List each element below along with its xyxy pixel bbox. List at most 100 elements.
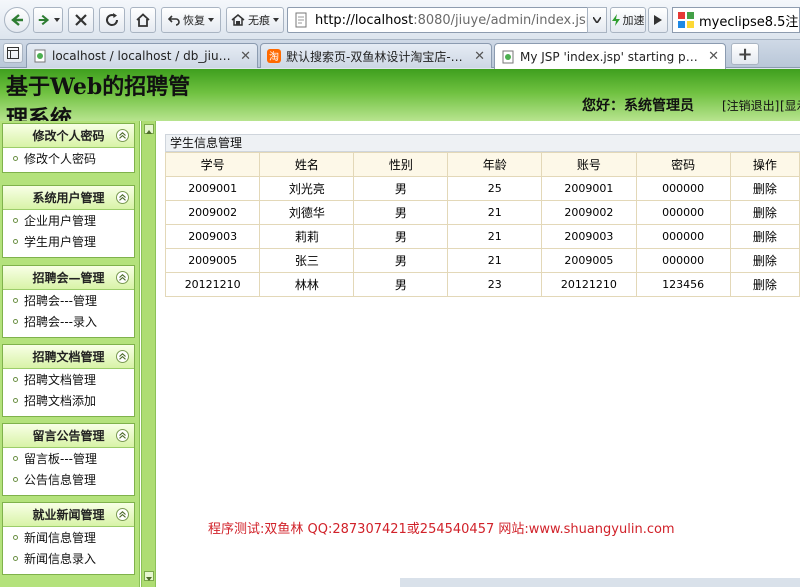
collapse-icon[interactable] <box>116 350 129 363</box>
sidebar-scrollbar[interactable] <box>141 121 156 587</box>
back-button[interactable] <box>4 7 30 33</box>
sidebar-item-student-users[interactable]: 学生用户管理 <box>3 231 134 252</box>
sidebar-group-header[interactable]: 招聘会—管理 <box>3 266 134 290</box>
taobao-icon: 淘 <box>267 49 281 63</box>
sidebar-group-header[interactable]: 就业新闻管理 <box>3 503 134 527</box>
collapse-icon[interactable] <box>116 191 129 204</box>
table-cell: 21 <box>447 200 543 225</box>
delete-link[interactable]: 删除 <box>729 272 800 297</box>
forward-button[interactable] <box>33 7 63 33</box>
sidebar-group-title: 招聘文档管理 <box>32 350 105 364</box>
column-header: 密码 <box>635 152 731 177</box>
sidebar-item-notices[interactable]: 公告信息管理 <box>3 469 134 490</box>
greeting-text: 您好：系统管理员 <box>582 98 694 114</box>
tab-taobao[interactable]: 淘 默认搜索页-双鱼林设计淘宝店-淘宝网 ✕ <box>260 43 492 68</box>
table-cell: 20121210 <box>541 272 637 297</box>
sidebar-item-job-fair-manage[interactable]: 招聘会---管理 <box>3 290 134 311</box>
bullet-icon <box>13 456 18 461</box>
sidebar-group-header[interactable]: 留言公告管理 <box>3 424 134 448</box>
address-bar[interactable]: http://localhost:8080/jiuye/admin/index.… <box>287 7 607 33</box>
sidebar-item-label: 招聘会---录入 <box>24 315 97 329</box>
address-dropdown-button[interactable] <box>587 7 607 33</box>
page-header: 基于Web的招聘管理系统 您好：系统管理员 [注销退出] [显示 <box>0 69 800 121</box>
tab-list-button[interactable] <box>3 43 23 63</box>
accelerate-button[interactable]: 加速 <box>610 7 646 33</box>
table-cell: 21 <box>447 224 543 249</box>
main-content: 学生信息管理 学号 姓名 性别 年龄 账号 密码 操作 2009001 刘光亮 … <box>163 132 800 587</box>
collapse-icon[interactable] <box>116 508 129 521</box>
close-icon[interactable]: ✕ <box>474 49 485 64</box>
sidebar-item-documents-add[interactable]: 招聘文档添加 <box>3 390 134 411</box>
sidebar-item-label: 招聘会---管理 <box>24 294 97 308</box>
tab-index-jsp[interactable]: My JSP 'index.jsp' starting page ✕ <box>494 43 726 69</box>
table-cell: 男 <box>353 176 449 201</box>
traceless-button[interactable]: 无痕 <box>226 7 284 33</box>
sidebar-item-label: 新闻信息录入 <box>24 552 97 566</box>
stop-button[interactable] <box>68 7 94 33</box>
bullet-icon <box>13 298 18 303</box>
chevron-down-icon <box>208 18 214 22</box>
sidebar-item-documents-manage[interactable]: 招聘文档管理 <box>3 369 134 390</box>
back-arrow-icon <box>11 14 23 26</box>
scroll-down-icon[interactable] <box>144 571 154 581</box>
table-cell: 刘德华 <box>259 200 355 225</box>
delete-link[interactable]: 删除 <box>729 224 800 249</box>
collapse-icon[interactable] <box>116 429 129 442</box>
new-tab-button[interactable]: + <box>731 43 759 65</box>
bullet-icon <box>13 398 18 403</box>
restore-button[interactable]: 恢复 <box>161 7 221 33</box>
footer-note: 程序测试:双鱼林 QQ:287307421或254540457 网站:www.s… <box>208 522 675 537</box>
chevron-down-icon <box>53 18 60 22</box>
sidebar-group-header[interactable]: 招聘文档管理 <box>3 345 134 369</box>
table-cell: 21 <box>447 248 543 273</box>
sidebar-item-job-fair-add[interactable]: 招聘会---录入 <box>3 311 134 332</box>
table-cell: 000000 <box>635 248 731 273</box>
close-icon[interactable]: ✕ <box>240 49 251 64</box>
logout-link[interactable]: [注销退出] <box>722 97 779 114</box>
delete-link[interactable]: 删除 <box>729 248 800 273</box>
address-path: :8080/jiuye/admin/index.jsp <box>413 12 595 28</box>
show-link[interactable]: [显示 <box>780 97 800 114</box>
table-cell: 男 <box>353 200 449 225</box>
table-row: 2009001 刘光亮 男 25 2009001 000000 删除 <box>164 176 800 201</box>
sidebar-item-news-add[interactable]: 新闻信息录入 <box>3 548 134 569</box>
refresh-button[interactable] <box>99 7 125 33</box>
sidebar-item-message-board[interactable]: 留言板---管理 <box>3 448 134 469</box>
bullet-icon <box>13 556 18 561</box>
chevron-down-icon <box>593 17 601 23</box>
forward-arrow-icon <box>38 14 49 26</box>
search-text: myeclipse8.5注册 <box>699 14 799 30</box>
sidebar-group-header[interactable]: 系统用户管理 <box>3 186 134 210</box>
sidebar-item-news-manage[interactable]: 新闻信息管理 <box>3 527 134 548</box>
sidebar-item-change-password[interactable]: 修改个人密码 <box>3 148 134 169</box>
tab-bar: localhost / localhost / db_jiuye / t_...… <box>0 40 800 69</box>
go-button[interactable] <box>648 7 668 33</box>
chevron-down-icon <box>273 18 279 22</box>
tab-label: 默认搜索页-双鱼林设计淘宝店-淘宝网 <box>286 49 469 64</box>
plus-icon: + <box>737 43 753 65</box>
restore-label: 恢复 <box>183 14 205 27</box>
sidebar-group-header[interactable]: 修改个人密码 <box>3 124 134 148</box>
close-icon[interactable]: ✕ <box>708 49 719 64</box>
collapse-icon[interactable] <box>116 129 129 142</box>
column-header: 年龄 <box>447 152 543 177</box>
sidebar-item-company-users[interactable]: 企业用户管理 <box>3 210 134 231</box>
delete-link[interactable]: 删除 <box>729 200 800 225</box>
delete-link[interactable]: 删除 <box>729 176 800 201</box>
column-header: 账号 <box>541 152 637 177</box>
tab-phpmyadmin[interactable]: localhost / localhost / db_jiuye / t_...… <box>26 43 258 68</box>
collapse-icon[interactable] <box>116 271 129 284</box>
sidebar-item-label: 学生用户管理 <box>24 235 97 249</box>
table-cell: 123456 <box>635 272 731 297</box>
home-button[interactable] <box>130 7 156 33</box>
table-cell: 2009003 <box>164 224 261 249</box>
sidebar-item-label: 招聘文档添加 <box>24 394 97 408</box>
scroll-up-icon[interactable] <box>144 124 154 134</box>
sidebar-group-title: 修改个人密码 <box>32 129 105 143</box>
address-host: http://localhost <box>315 12 414 28</box>
table-cell: 男 <box>353 272 449 297</box>
table-cell: 2009002 <box>164 200 261 225</box>
accelerate-label: 加速 <box>622 14 645 27</box>
search-box[interactable]: myeclipse8.5注册 <box>672 7 800 33</box>
panel-title: 学生信息管理 <box>165 134 800 152</box>
